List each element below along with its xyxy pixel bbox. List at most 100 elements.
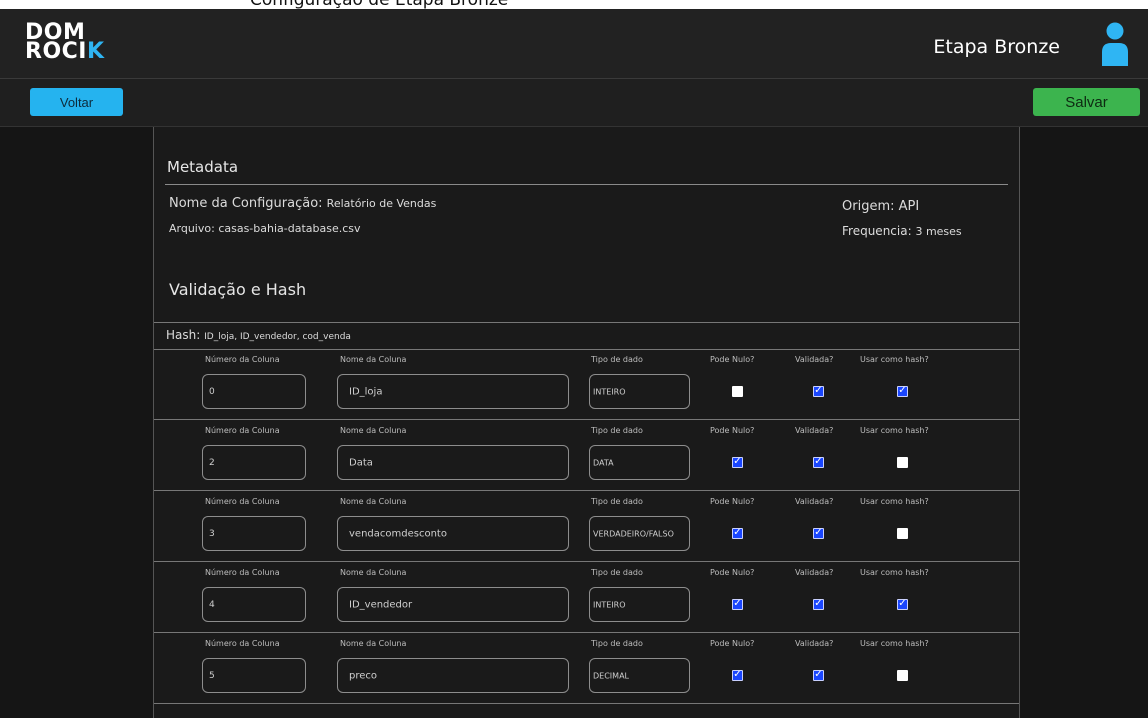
data-type-value: INTEIRO: [593, 600, 626, 609]
validated-checkbox[interactable]: [813, 384, 824, 398]
use-hash-header: Usar como hash?: [860, 639, 929, 648]
user-icon[interactable]: [1100, 22, 1130, 66]
page-title-strip: Configuração de Etapa Bronze: [0, 0, 1148, 9]
file-info: Arquivo: casas-bahia-database.csv: [169, 222, 361, 235]
hash-summary: Hash: ID_loja, ID_vendedor, cod_venda: [166, 328, 351, 342]
nullable-checkbox[interactable]: [732, 668, 743, 682]
hash-value: ID_loja, ID_vendedor, cod_venda: [204, 332, 351, 342]
nullable-checkbox[interactable]: [732, 526, 743, 540]
validated-header: Validada?: [795, 568, 834, 577]
metadata-title: Metadata: [167, 158, 239, 176]
column-name-value: ID_vendedor: [349, 599, 413, 610]
column-name-header: Nome da Coluna: [340, 355, 407, 364]
column-name-field[interactable]: Data: [337, 445, 569, 480]
toolbar: Voltar Salvar: [0, 79, 1148, 127]
config-panel: Metadata Nome da Configuração: Relatório…: [153, 127, 1020, 718]
logo-line2: ROCI: [25, 39, 87, 64]
use-hash-header: Usar como hash?: [860, 497, 929, 506]
column-number-field[interactable]: 2: [202, 445, 306, 480]
column-number-header: Número da Coluna: [205, 639, 280, 648]
column-name-value: ID_loja: [349, 386, 383, 397]
origin-label: Origem:: [842, 199, 895, 214]
data-type-header: Tipo de dado: [591, 497, 643, 506]
data-type-select[interactable]: INTEIRO: [589, 374, 690, 409]
hash-bar: Hash: ID_loja, ID_vendedor, cod_venda: [154, 322, 1019, 350]
column-name-header: Nome da Coluna: [340, 426, 407, 435]
app-header: DOM ROCIK Etapa Bronze: [0, 9, 1148, 79]
frequency-label: Frequencia:: [842, 224, 912, 238]
data-type-select[interactable]: INTEIRO: [589, 587, 690, 622]
data-type-select[interactable]: DATA: [589, 445, 690, 480]
logo[interactable]: DOM ROCIK: [25, 22, 105, 64]
validated-header: Validada?: [795, 426, 834, 435]
use-hash-header: Usar como hash?: [860, 426, 929, 435]
validated-header: Validada?: [795, 497, 834, 506]
column-name-header: Nome da Coluna: [340, 497, 407, 506]
column-name-value: preco: [349, 670, 378, 681]
nullable-checkbox[interactable]: [732, 386, 743, 397]
column-number-value: 5: [209, 670, 215, 681]
validated-checkbox[interactable]: [813, 668, 824, 682]
column-row: Número da Coluna Nome da Coluna Tipo de da…: [154, 420, 1019, 491]
hash-label: Hash:: [166, 328, 201, 342]
data-type-value: VERDADEIRO/FALSO: [593, 529, 674, 538]
validated-checkbox[interactable]: [813, 455, 824, 469]
column-number-value: 2: [209, 457, 215, 468]
column-row: Número da Coluna Nome da Coluna Tipo de da…: [154, 633, 1019, 704]
column-name-value: Data: [349, 457, 373, 468]
column-number-value: 3: [209, 528, 215, 539]
column-name-value: vendacomdesconto: [349, 528, 447, 539]
nullable-checkbox[interactable]: [732, 455, 743, 469]
data-type-header: Tipo de dado: [591, 568, 643, 577]
column-name-field[interactable]: ID_loja: [337, 374, 569, 409]
back-button[interactable]: Voltar: [30, 88, 123, 116]
data-type-select[interactable]: DECIMAL: [589, 658, 690, 693]
frequency-info: Frequencia: 3 meses: [842, 224, 962, 238]
column-number-header: Número da Coluna: [205, 355, 280, 364]
validated-checkbox[interactable]: [813, 597, 824, 611]
column-row: Número da Coluna Nome da Coluna Tipo de da…: [154, 562, 1019, 633]
column-name-field[interactable]: ID_vendedor: [337, 587, 569, 622]
column-number-field[interactable]: 4: [202, 587, 306, 622]
frequency-value: 3 meses: [915, 225, 962, 238]
nullable-header: Pode Nulo?: [710, 497, 755, 506]
nullable-header: Pode Nulo?: [710, 568, 755, 577]
file-label: Arquivo:: [169, 222, 215, 235]
save-button[interactable]: Salvar: [1033, 88, 1140, 116]
column-number-header: Número da Coluna: [205, 568, 280, 577]
config-name-value: Relatório de Vendas: [326, 197, 437, 210]
column-number-field[interactable]: 5: [202, 658, 306, 693]
metadata-divider: [165, 184, 1008, 185]
nullable-header: Pode Nulo?: [710, 355, 755, 364]
validated-checkbox[interactable]: [813, 526, 824, 540]
column-number-field[interactable]: 3: [202, 516, 306, 551]
column-name-header: Nome da Coluna: [340, 568, 407, 577]
data-type-select[interactable]: VERDADEIRO/FALSO: [589, 516, 690, 551]
stage-title: Etapa Bronze: [933, 36, 1060, 58]
use-hash-checkbox[interactable]: [897, 597, 908, 611]
column-name-field[interactable]: preco: [337, 658, 569, 693]
nullable-checkbox[interactable]: [732, 597, 743, 611]
page-title: Configuração de Etapa Bronze: [250, 0, 508, 9]
use-hash-checkbox[interactable]: [897, 670, 908, 681]
data-type-value: DATA: [593, 458, 614, 467]
config-name: Nome da Configuração: Relatório de Venda…: [169, 196, 436, 211]
column-number-field[interactable]: 0: [202, 374, 306, 409]
origin-info: Origem: API: [842, 199, 919, 214]
use-hash-checkbox[interactable]: [897, 528, 908, 539]
data-type-value: DECIMAL: [593, 671, 629, 680]
use-hash-checkbox[interactable]: [897, 457, 908, 468]
column-name-field[interactable]: vendacomdesconto: [337, 516, 569, 551]
config-name-label: Nome da Configuração:: [169, 196, 323, 211]
data-type-header: Tipo de dado: [591, 355, 643, 364]
origin-value: API: [898, 199, 920, 214]
nullable-header: Pode Nulo?: [710, 639, 755, 648]
column-row: Número da Coluna Nome da Coluna Tipo de da…: [154, 349, 1019, 420]
use-hash-checkbox[interactable]: [897, 384, 908, 398]
validated-header: Validada?: [795, 355, 834, 364]
file-value: casas-bahia-database.csv: [218, 222, 361, 235]
validated-header: Validada?: [795, 639, 834, 648]
column-name-header: Nome da Coluna: [340, 639, 407, 648]
logo-accent: K: [86, 39, 105, 64]
column-number-header: Número da Coluna: [205, 497, 280, 506]
